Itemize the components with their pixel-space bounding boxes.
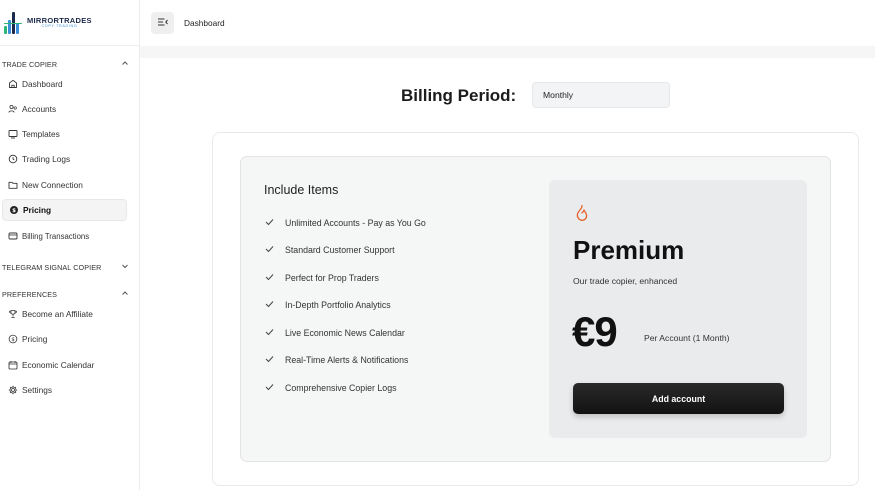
feature-label: In-Depth Portfolio Analytics	[285, 300, 391, 310]
header-divider-strip	[140, 46, 875, 58]
app-root: MIRRORTRADES COPY TRADING TRADE COPIER D…	[0, 0, 875, 490]
section-label: TRADE COPIER	[2, 59, 58, 69]
section-label: PREFERENCES	[2, 289, 58, 299]
sidebar-item-label: New Connection	[22, 180, 83, 190]
feature-label: Standard Customer Support	[285, 245, 395, 255]
sidebar-item-label: Billing Transactions	[22, 231, 90, 241]
calendar-icon	[7, 360, 18, 371]
logo-divider	[0, 45, 140, 46]
section-telegram-signal-copier[interactable]: TELEGRAM SIGNAL COPIER	[2, 262, 130, 272]
trophy-icon	[7, 309, 18, 320]
plan-price: €9	[572, 308, 618, 355]
card-icon	[7, 231, 18, 242]
check-icon	[265, 300, 275, 310]
monitor-icon	[7, 129, 18, 140]
sidebar-item-label: Pricing	[22, 334, 48, 344]
plan-price-note: Per Account (1 Month)	[644, 333, 730, 343]
plan-description: Our trade copier, enhanced	[573, 276, 678, 286]
plan-name: Premium	[573, 235, 685, 265]
topbar: Dashboard	[140, 0, 875, 46]
section-preferences[interactable]: PREFERENCES	[2, 289, 130, 299]
check-icon	[265, 355, 275, 365]
brand-logo[interactable]: MIRRORTRADES COPY TRADING	[4, 11, 92, 35]
check-icon	[265, 218, 275, 228]
brand-subtitle: COPY TRADING	[41, 24, 78, 29]
feature-item: Comprehensive Copier Logs	[265, 383, 397, 393]
sidebar-item-dashboard[interactable]: Dashboard	[2, 73, 127, 95]
feature-label: Real-Time Alerts & Notifications	[285, 355, 409, 365]
sidebar-item-billing-transactions[interactable]: Billing Transactions	[2, 225, 127, 247]
users-icon	[7, 104, 18, 115]
folder-icon	[7, 180, 18, 191]
chevron-down-icon	[120, 262, 130, 272]
history-icon	[7, 154, 18, 165]
sidebar: MIRRORTRADES COPY TRADING TRADE COPIER D…	[0, 0, 140, 490]
brand-title: MIRRORTRADES	[27, 15, 92, 25]
include-items-title: Include Items	[264, 183, 339, 197]
sidebar-item-label: Dashboard	[22, 79, 63, 89]
sidebar-item-label: Templates	[22, 129, 60, 139]
billing-period-label: Billing Period:	[401, 86, 517, 105]
logo-mark-icon	[4, 12, 22, 34]
sidebar-item-settings[interactable]: Settings	[2, 379, 127, 401]
sidebar-item-label: Trading Logs	[22, 154, 71, 164]
sidebar-item-label: Settings	[22, 385, 52, 395]
sidebar-item-pricing[interactable]: $ Pricing	[2, 199, 127, 221]
check-icon	[265, 273, 275, 283]
section-label: TELEGRAM SIGNAL COPIER	[2, 262, 102, 272]
sidebar-item-label: Accounts	[22, 104, 57, 114]
section-trade-copier[interactable]: TRADE COPIER	[2, 59, 130, 69]
sidebar-item-pricing-preferences[interactable]: $ Pricing	[2, 328, 127, 350]
sidebar-item-label: Economic Calendar	[22, 360, 95, 370]
menu-collapse-icon	[157, 14, 169, 32]
sidebar-item-accounts[interactable]: Accounts	[2, 98, 127, 120]
feature-item: In-Depth Portfolio Analytics	[265, 300, 391, 310]
sidebar-item-label: Become an Affiliate	[22, 309, 93, 319]
feature-item: Unlimited Accounts - Pay as You Go	[265, 218, 426, 228]
feature-item: Live Economic News Calendar	[265, 328, 405, 338]
billing-period-select[interactable]: Monthly	[532, 82, 670, 108]
feature-label: Perfect for Prop Traders	[285, 273, 379, 283]
chevron-up-icon	[120, 289, 130, 299]
sidebar-item-templates[interactable]: Templates	[2, 123, 127, 145]
feature-label: Live Economic News Calendar	[285, 328, 405, 338]
feature-label: Unlimited Accounts - Pay as You Go	[285, 218, 426, 228]
gear-icon	[7, 385, 18, 396]
sidebar-item-new-connection[interactable]: New Connection	[2, 174, 127, 196]
dollar-circle-icon: $	[7, 334, 18, 345]
feature-item: Perfect for Prop Traders	[265, 273, 379, 283]
svg-text:$: $	[12, 208, 16, 214]
add-account-button[interactable]: Add account	[573, 383, 784, 414]
home-icon	[7, 79, 18, 90]
sidebar-item-label: Pricing	[23, 205, 52, 215]
coin-icon: $	[8, 205, 19, 216]
check-icon	[265, 328, 275, 338]
sidebar-item-economic-calendar[interactable]: Economic Calendar	[2, 354, 127, 376]
check-icon	[265, 383, 275, 393]
flame-icon	[575, 204, 589, 222]
sidebar-toggle-button[interactable]	[151, 12, 174, 34]
chevron-up-icon	[120, 59, 130, 69]
feature-item: Standard Customer Support	[265, 245, 395, 255]
breadcrumb: Dashboard	[184, 18, 225, 28]
svg-text:$: $	[11, 337, 14, 343]
feature-item: Real-Time Alerts & Notifications	[265, 355, 408, 365]
check-icon	[265, 245, 275, 255]
feature-label: Comprehensive Copier Logs	[285, 383, 397, 393]
sidebar-item-trading-logs[interactable]: Trading Logs	[2, 148, 127, 170]
sidebar-item-become-affiliate[interactable]: Become an Affiliate	[2, 303, 127, 325]
